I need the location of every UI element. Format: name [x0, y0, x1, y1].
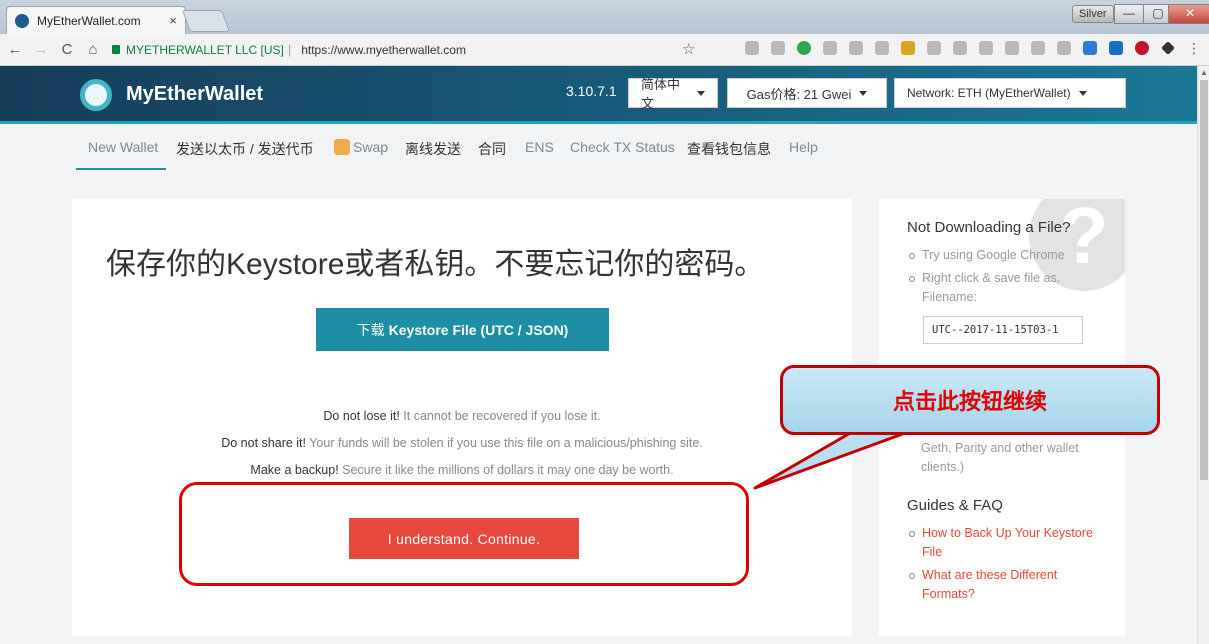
callout-pointer [753, 430, 910, 490]
annotation-callout: 点击此按钮继续 [780, 365, 1160, 435]
callout-tail [753, 430, 910, 490]
